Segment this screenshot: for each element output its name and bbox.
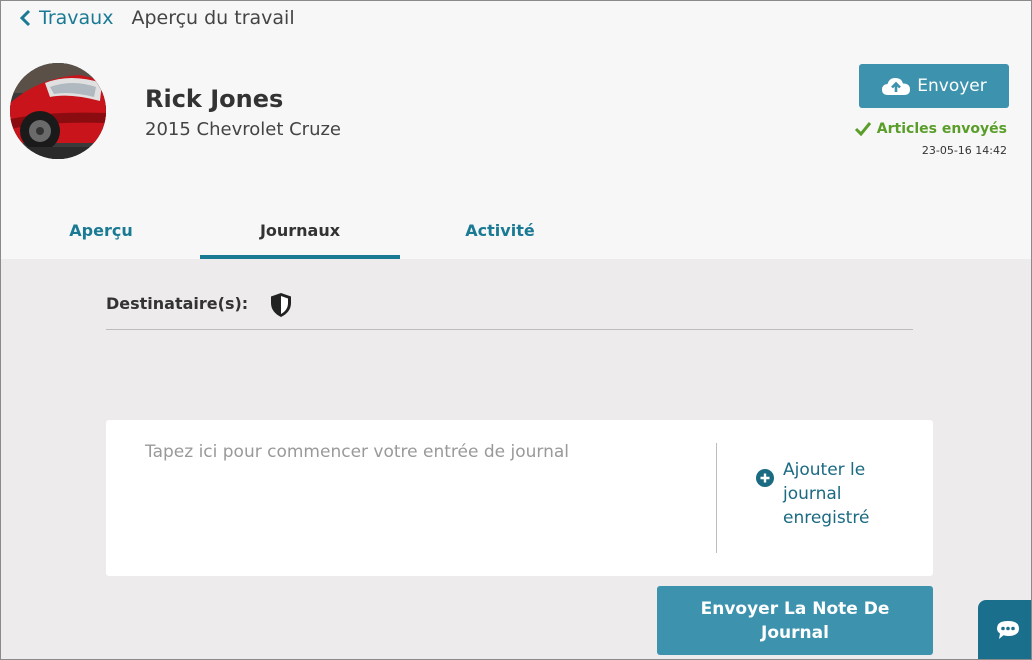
tab-activity[interactable]: Activité bbox=[400, 201, 600, 259]
customer-name: Rick Jones bbox=[145, 85, 284, 113]
back-link-label: Travaux bbox=[39, 7, 114, 29]
avatar bbox=[10, 63, 106, 159]
vehicle-description: 2015 Chevrolet Cruze bbox=[145, 119, 342, 140]
chat-icon bbox=[997, 621, 1019, 639]
send-button[interactable]: Envoyer bbox=[859, 64, 1009, 108]
cloud-upload-icon bbox=[882, 78, 911, 95]
journal-entry-input[interactable]: Tapez ici pour commencer votre entrée de… bbox=[145, 442, 705, 552]
divider bbox=[716, 443, 717, 553]
page-title: Aperçu du travail bbox=[131, 7, 295, 29]
top-nav: Travaux Aperçu du travail bbox=[19, 5, 295, 31]
app-window: Travaux Aperçu du travail Rick Jones 201… bbox=[0, 0, 1032, 660]
back-link[interactable]: Travaux bbox=[19, 7, 113, 29]
sent-status-label: Articles envoyés bbox=[876, 121, 1007, 137]
tab-overview[interactable]: Aperçu bbox=[1, 201, 201, 259]
check-icon bbox=[854, 122, 871, 137]
journal-content: Destinataire(s): Tapez ici pour commence… bbox=[1, 259, 1031, 659]
chat-button[interactable] bbox=[978, 600, 1031, 659]
journal-entry-box: Tapez ici pour commencer votre entrée de… bbox=[106, 420, 933, 576]
recipients-row[interactable]: Destinataire(s): bbox=[106, 292, 913, 330]
add-saved-journal-button[interactable]: Ajouter le journal enregistré bbox=[756, 458, 893, 530]
send-button-label: Envoyer bbox=[917, 76, 987, 96]
add-saved-journal-label: Ajouter le journal enregistré bbox=[783, 460, 870, 528]
shield-icon[interactable] bbox=[270, 292, 292, 318]
tab-bar: Aperçu Journaux Activité bbox=[1, 201, 1031, 259]
chevron-left-icon bbox=[19, 9, 31, 27]
tab-journals[interactable]: Journaux bbox=[200, 201, 400, 259]
sent-timestamp: 23-05-16 14:42 bbox=[921, 144, 1007, 157]
plus-circle-icon bbox=[756, 469, 774, 487]
sent-status: Articles envoyés bbox=[854, 121, 1007, 137]
send-journal-note-button[interactable]: Envoyer La Note De Journal bbox=[657, 586, 933, 655]
vehicle-photo bbox=[10, 63, 106, 159]
recipients-label: Destinataire(s): bbox=[106, 294, 249, 313]
